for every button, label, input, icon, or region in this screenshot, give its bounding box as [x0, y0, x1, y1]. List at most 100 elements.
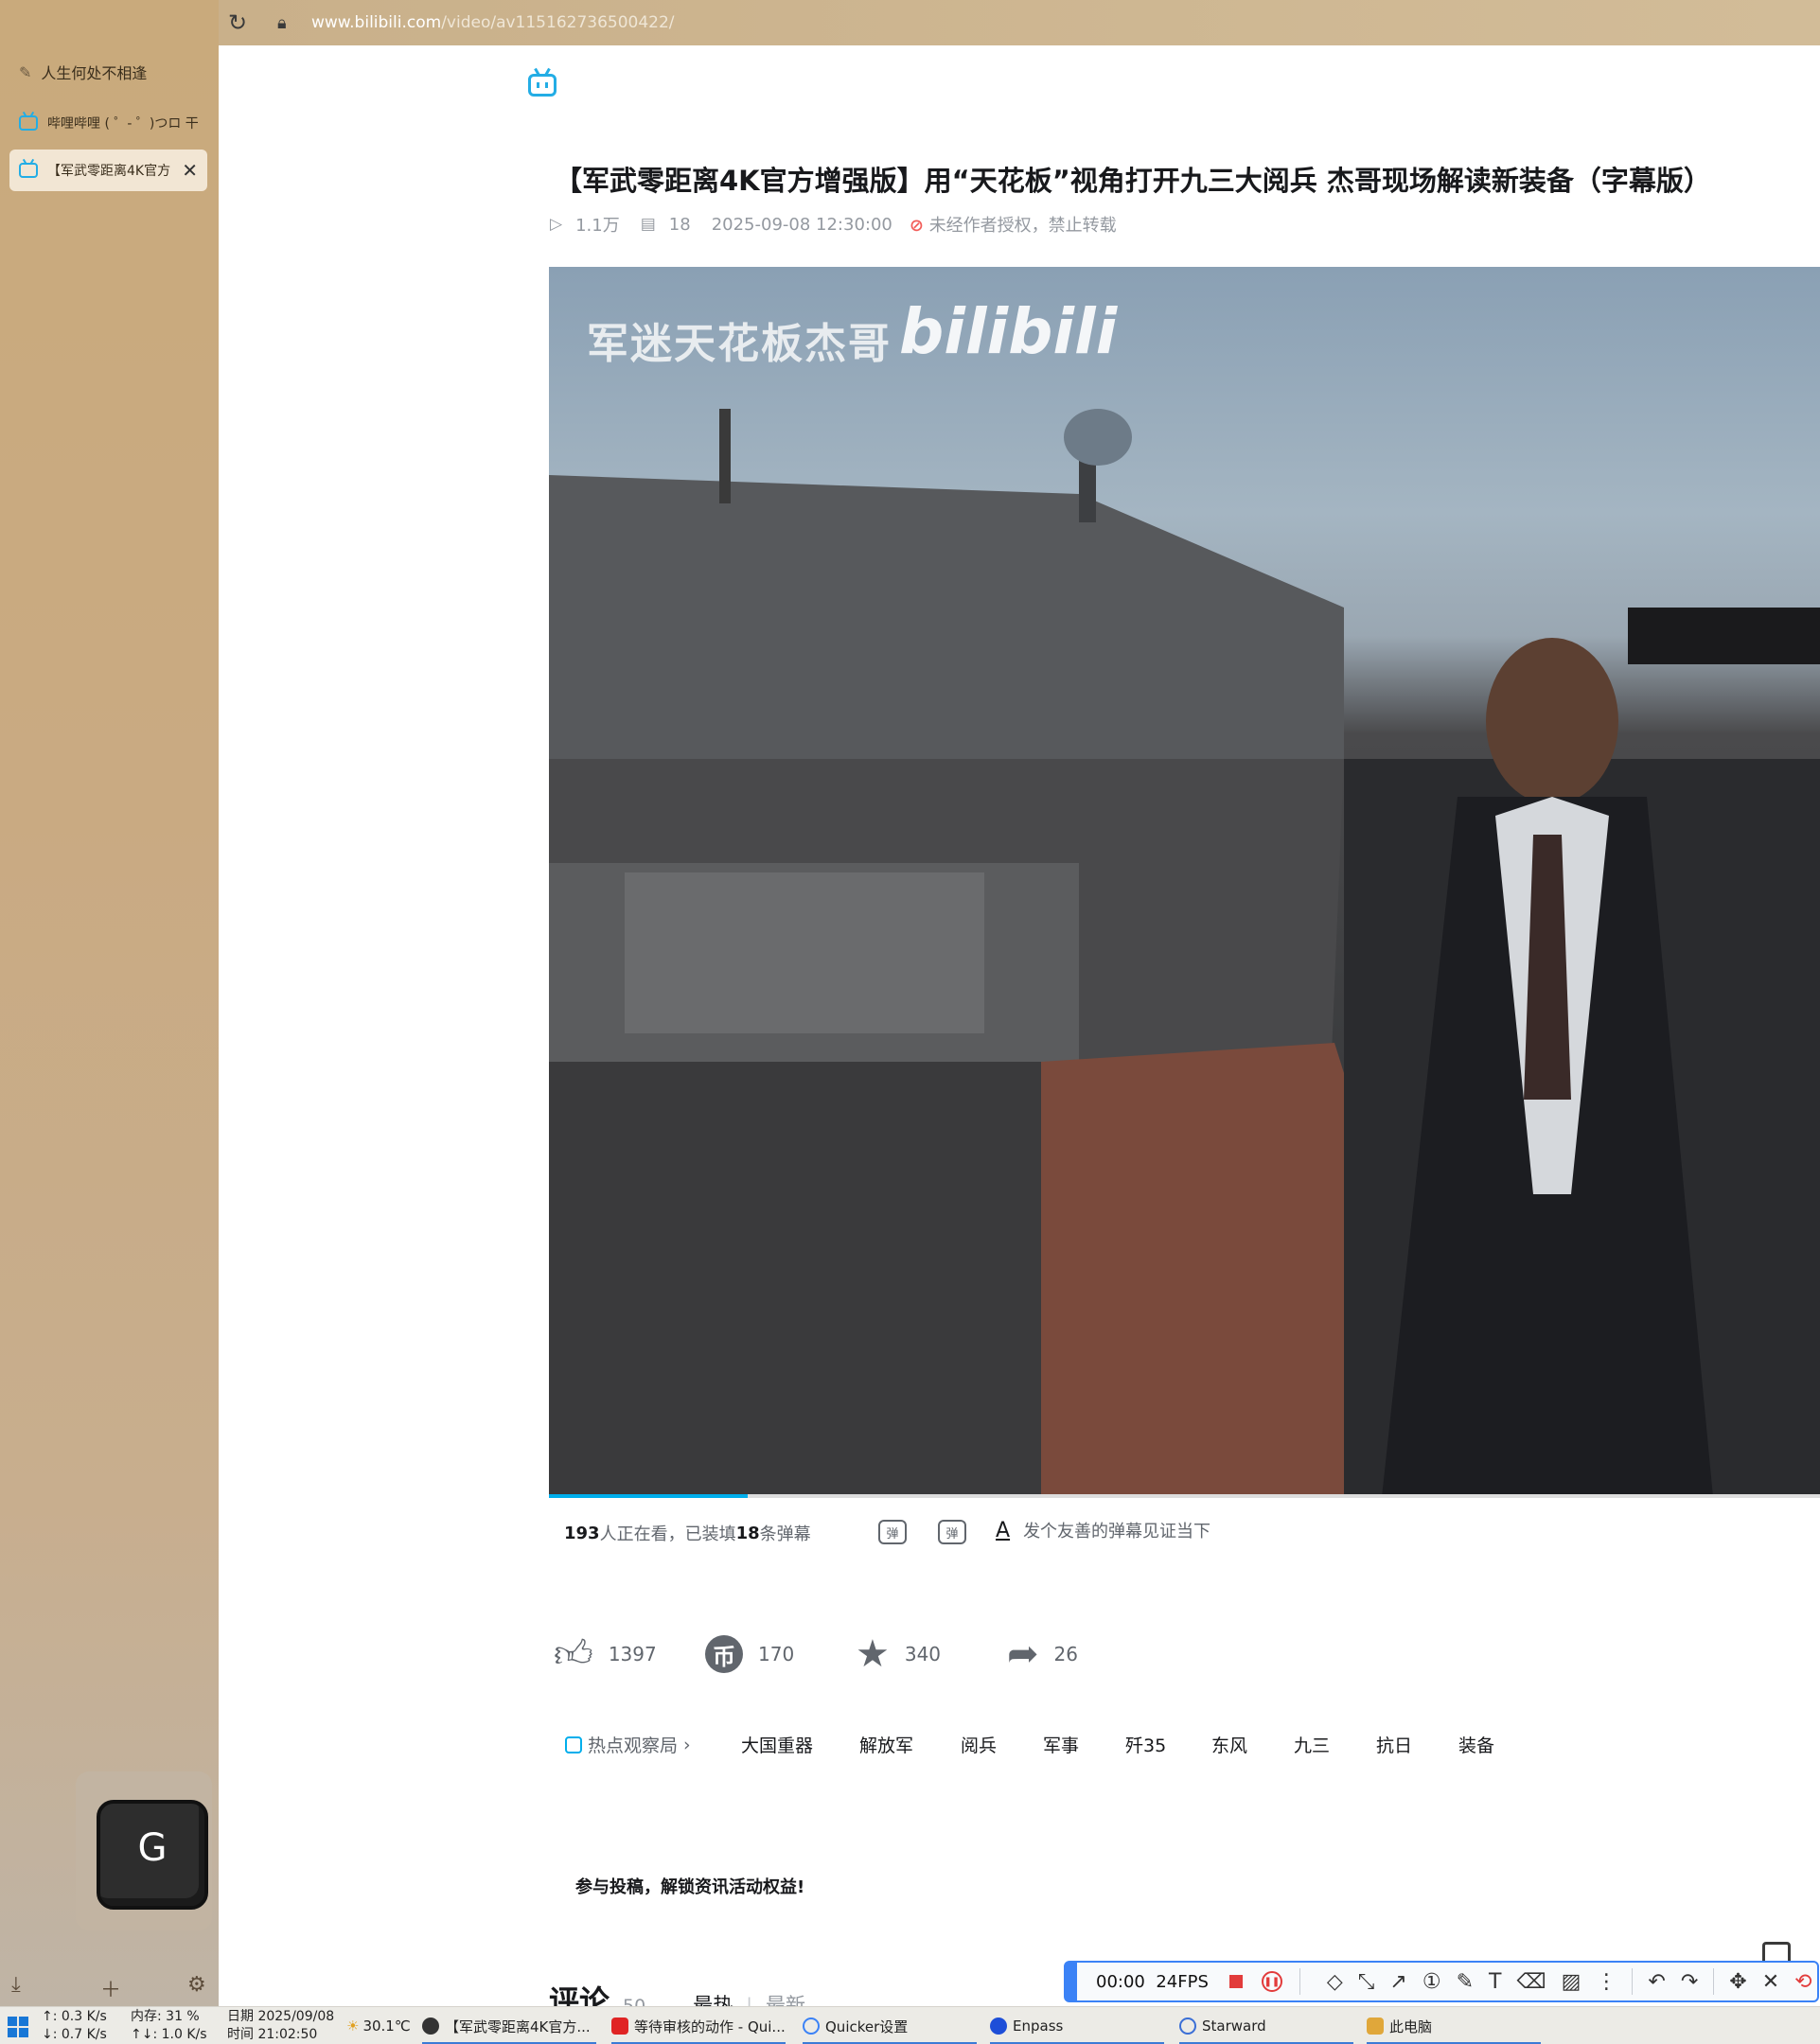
pause-record-icon[interactable]: ❚❚ — [1261, 1971, 1282, 1992]
no-repost-icon: ⊘ — [909, 216, 924, 236]
video-meta: ▷ 1.1万 ▤ 18 2025-09-08 12:30:00 ⊘ 未经作者授权… — [550, 212, 1117, 237]
thumbs-up-icon: 👍︎ — [554, 1632, 593, 1676]
tag-hot-topic[interactable]: 热点观察局 › — [565, 1732, 691, 1757]
tag-item[interactable]: 抗日 — [1376, 1732, 1412, 1757]
sidebar-item-label: 【军武零距离4K官方 — [47, 164, 171, 179]
video-frame — [549, 409, 1820, 1497]
video-player[interactable]: 军迷天花板杰哥 bilibili — [549, 267, 1820, 1497]
tag-item[interactable]: 歼35 — [1125, 1732, 1166, 1757]
copyright-notice: ⊘ 未经作者授权，禁止转载 — [909, 216, 1117, 236]
danmaku-count: 18 — [668, 214, 691, 235]
like-count: 1397 — [608, 1643, 657, 1665]
share-button[interactable]: ➦ 26 — [1007, 1635, 1078, 1673]
publish-time: 2025-09-08 12:30:00 — [711, 214, 892, 235]
settings-icon[interactable]: ⚙ — [187, 1973, 206, 1997]
close-tab-icon[interactable]: ✕ — [182, 159, 198, 182]
taskbar-task[interactable]: Quicker设置 — [803, 2007, 977, 2044]
move-icon[interactable]: ✥ — [1729, 1970, 1746, 1994]
toolbar-divider — [1299, 1968, 1300, 1995]
taskbar: ↑: 0.3 K/s ↓: 0.7 K/s 内存: 31 % ↑↓: 1.0 K/s… — [0, 2006, 1820, 2044]
sidebar-item-pinned[interactable]: ✎ 人生何处不相逢 — [9, 51, 207, 93]
tag-item[interactable]: 东风 — [1211, 1732, 1247, 1757]
sidebar-item-label: 人生何处不相逢 — [41, 64, 148, 82]
mosaic-tool-icon[interactable]: ▨ — [1562, 1970, 1581, 1994]
date-time: 日期 2025/09/08 时间 21:02:50 — [227, 2009, 335, 2042]
sidebar-item-label: 哔哩哔哩 ( ゜- ゜)つロ 干 — [47, 116, 199, 132]
browser-app-icon — [422, 2018, 439, 2035]
starward-app-icon — [1179, 2018, 1196, 2035]
toolbar-divider — [1632, 1968, 1634, 1995]
taskbar-task[interactable]: Starward — [1179, 2007, 1353, 2044]
video-progress-fill — [549, 1494, 748, 1498]
sidebar-tab-video[interactable]: 【军武零距离4K官方 ✕ — [9, 150, 207, 191]
bilibili-logo-icon[interactable] — [528, 74, 557, 97]
tag-item[interactable]: 解放军 — [859, 1732, 913, 1757]
download-icon[interactable]: ⤓ — [11, 1973, 21, 1997]
restart-record-icon[interactable]: ⟲ — [1794, 1970, 1811, 1994]
share-arrow-icon: ➦ — [1007, 1632, 1039, 1676]
sidebar-tab-bilibili-home[interactable]: 哔哩哔哩 ( ゜- ゜)つロ 干 — [9, 102, 207, 144]
share-count: 26 — [1053, 1643, 1078, 1665]
coin-icon: 币 — [705, 1635, 743, 1673]
bilibili-icon — [19, 163, 38, 178]
quicker-gear-icon — [803, 2018, 820, 2035]
taskbar-task[interactable]: 等待审核的动作 - Qui... — [611, 2007, 786, 2044]
watermark-logo: bilibili — [899, 295, 1118, 368]
watermark-text: 军迷天花板杰哥 — [587, 320, 892, 368]
taskbar-task[interactable]: 【军武零距离4K官方... — [422, 2007, 596, 2044]
shape-tool-icon[interactable]: ◇ — [1327, 1970, 1343, 1994]
weather-sun-icon: ☀ — [346, 2018, 360, 2035]
pen-tool-icon[interactable]: ✎ — [1457, 1970, 1474, 1994]
undo-icon[interactable]: ↶ — [1648, 1970, 1665, 1994]
danmaku-count-icon: ▤ — [640, 215, 656, 234]
this-pc-icon — [1367, 2018, 1384, 2035]
coin-button[interactable]: 币 170 — [705, 1635, 794, 1673]
redo-icon[interactable]: ↷ — [1681, 1970, 1698, 1994]
windows-start-icon[interactable] — [8, 2017, 28, 2037]
keystroke-key: G — [97, 1800, 208, 1910]
lock-icon[interactable]: 🔒︎ — [277, 13, 287, 33]
number-tool-icon[interactable]: ① — [1422, 1970, 1441, 1994]
taskbar-task[interactable]: Enpass — [990, 2007, 1164, 2044]
video-title: 【军武零距离4K官方增强版】用“天花板”视角打开九三大阅兵 杰哥现场解读新装备（… — [555, 165, 1711, 197]
more-options-icon[interactable]: ⋮ — [1596, 1970, 1617, 1994]
new-tab-icon[interactable]: ＋ — [100, 1973, 121, 2003]
arrow-tool-icon[interactable]: ↗ — [1389, 1970, 1406, 1994]
url-field[interactable]: www.bilibili.com/video/av115162736500422… — [311, 13, 675, 32]
danmaku-placeholder: 发个友善的弹幕见证当下 — [1023, 1522, 1211, 1542]
video-progress-bar[interactable] — [549, 1494, 1820, 1498]
memory-usage: 内存: 31 % ↑↓: 1.0 K/s — [131, 2009, 207, 2042]
promo-link[interactable]: 参与投稿，解锁资讯活动权益! — [575, 1874, 804, 1898]
view-count: 1.1万 — [575, 216, 620, 236]
star-icon: ★ — [856, 1632, 890, 1676]
eraser-tool-icon[interactable]: ⌫ — [1516, 1970, 1546, 1994]
like-button[interactable]: 👍︎ 1397 — [554, 1635, 657, 1673]
tag-item[interactable]: 军事 — [1043, 1732, 1079, 1757]
danmaku-toggle-icon[interactable]: 弹 — [878, 1520, 907, 1544]
network-speed: ↑: 0.3 K/s ↓: 0.7 K/s — [42, 2009, 107, 2042]
recorder-drag-handle[interactable] — [1066, 1963, 1077, 2000]
tag-item[interactable]: 九三 — [1294, 1732, 1330, 1757]
tag-item[interactable]: 大国重器 — [741, 1732, 813, 1757]
polyline-tool-icon[interactable]: ⤡ — [1358, 1970, 1375, 1994]
chevron-right-icon: › — [683, 1734, 691, 1755]
tag-item[interactable]: 装备 — [1458, 1732, 1494, 1757]
screen-recorder-toolbar: 00:00 24FPS ❚❚ ◇ ⤡ ↗ ① ✎ T ⌫ ▨ ⋮ ↶ ↷ ✥ ✕… — [1064, 1961, 1819, 2002]
topic-icon — [565, 1736, 582, 1753]
weather-widget[interactable]: ☀ 30.1℃ — [346, 2007, 411, 2044]
toolbar-divider — [1713, 1968, 1715, 1995]
danmaku-input[interactable]: A 发个友善的弹幕见证当下 — [996, 1518, 1210, 1542]
recording-time: 00:00 24FPS — [1096, 1971, 1209, 1992]
reload-icon[interactable]: ↻ — [228, 9, 247, 36]
text-tool-icon[interactable]: T — [1489, 1970, 1501, 1994]
taskbar-task[interactable]: 此电脑 — [1367, 2007, 1541, 2044]
danmaku-settings-icon[interactable]: 弹 — [938, 1520, 966, 1544]
vivaldi-app-icon — [611, 2018, 628, 2035]
enpass-app-icon — [990, 2018, 1007, 2035]
favorite-button[interactable]: ★ 340 — [856, 1635, 941, 1673]
play-count-icon: ▷ — [550, 215, 563, 234]
stop-record-icon[interactable] — [1228, 1975, 1243, 1988]
close-icon[interactable]: ✕ — [1762, 1970, 1779, 1994]
danmaku-style-icon[interactable]: A — [996, 1519, 1010, 1542]
tag-item[interactable]: 阅兵 — [961, 1732, 997, 1757]
